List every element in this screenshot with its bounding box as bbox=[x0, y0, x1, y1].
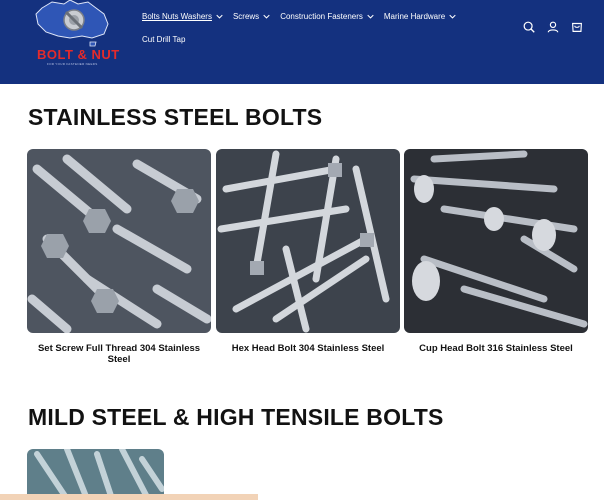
product-card[interactable] bbox=[27, 449, 211, 500]
site-header: BOLT & NUT FOR YOUR FASTENER NEEDS Bolts… bbox=[0, 0, 604, 84]
main-navigation: Bolts Nuts Washers Screws Construction F… bbox=[142, 8, 502, 54]
search-icon[interactable] bbox=[522, 20, 536, 34]
hex-bolt-photo[interactable] bbox=[216, 149, 400, 333]
mild-steel-bolt-photo[interactable] bbox=[27, 449, 164, 500]
nav-bolts-nuts-washers[interactable]: Bolts Nuts Washers bbox=[142, 12, 223, 21]
nav-construction-fasteners[interactable]: Construction Fasteners bbox=[280, 12, 374, 21]
nav-label: Bolts Nuts Washers bbox=[142, 11, 212, 21]
nav-screws[interactable]: Screws bbox=[233, 12, 270, 21]
product-title[interactable]: Set Screw Full Thread 304 Stainless Stee… bbox=[27, 343, 211, 365]
logo-text: BOLT & NUT bbox=[37, 47, 120, 62]
product-title[interactable]: Hex Head Bolt 304 Stainless Steel bbox=[216, 343, 400, 354]
account-icon[interactable] bbox=[546, 20, 560, 34]
chevron-down-icon bbox=[367, 14, 374, 19]
product-card[interactable]: Cup Head Bolt 316 Stainless Steel bbox=[404, 149, 588, 354]
header-icons bbox=[522, 20, 584, 34]
set-screw-photo[interactable] bbox=[27, 149, 211, 333]
cart-icon[interactable] bbox=[570, 20, 584, 34]
nav-label: Marine Hardware bbox=[383, 11, 446, 21]
nav-cut-drill-tap[interactable]: Cut Drill Tap bbox=[142, 35, 185, 44]
nav-label: Screws bbox=[232, 11, 260, 21]
section-title-mild-steel: MILD STEEL & HIGH TENSILE BOLTS bbox=[28, 404, 444, 430]
chevron-down-icon bbox=[449, 14, 456, 19]
nav-label: Construction Fasteners bbox=[280, 11, 363, 21]
product-card[interactable]: Hex Head Bolt 304 Stainless Steel bbox=[216, 149, 400, 354]
product-title[interactable]: Cup Head Bolt 316 Stainless Steel bbox=[404, 343, 588, 354]
logo-tagline: FOR YOUR FASTENER NEEDS bbox=[47, 62, 98, 66]
section-title-stainless: STAINLESS STEEL BOLTS bbox=[28, 104, 323, 130]
chevron-down-icon bbox=[216, 14, 223, 19]
nav-marine-hardware[interactable]: Marine Hardware bbox=[384, 12, 456, 21]
cup-head-bolt-photo[interactable] bbox=[404, 149, 588, 333]
chevron-down-icon bbox=[263, 14, 270, 19]
cookie-banner-edge bbox=[0, 494, 258, 500]
product-card[interactable]: Set Screw Full Thread 304 Stainless Stee… bbox=[27, 149, 211, 365]
nav-label: Cut Drill Tap bbox=[142, 34, 186, 44]
